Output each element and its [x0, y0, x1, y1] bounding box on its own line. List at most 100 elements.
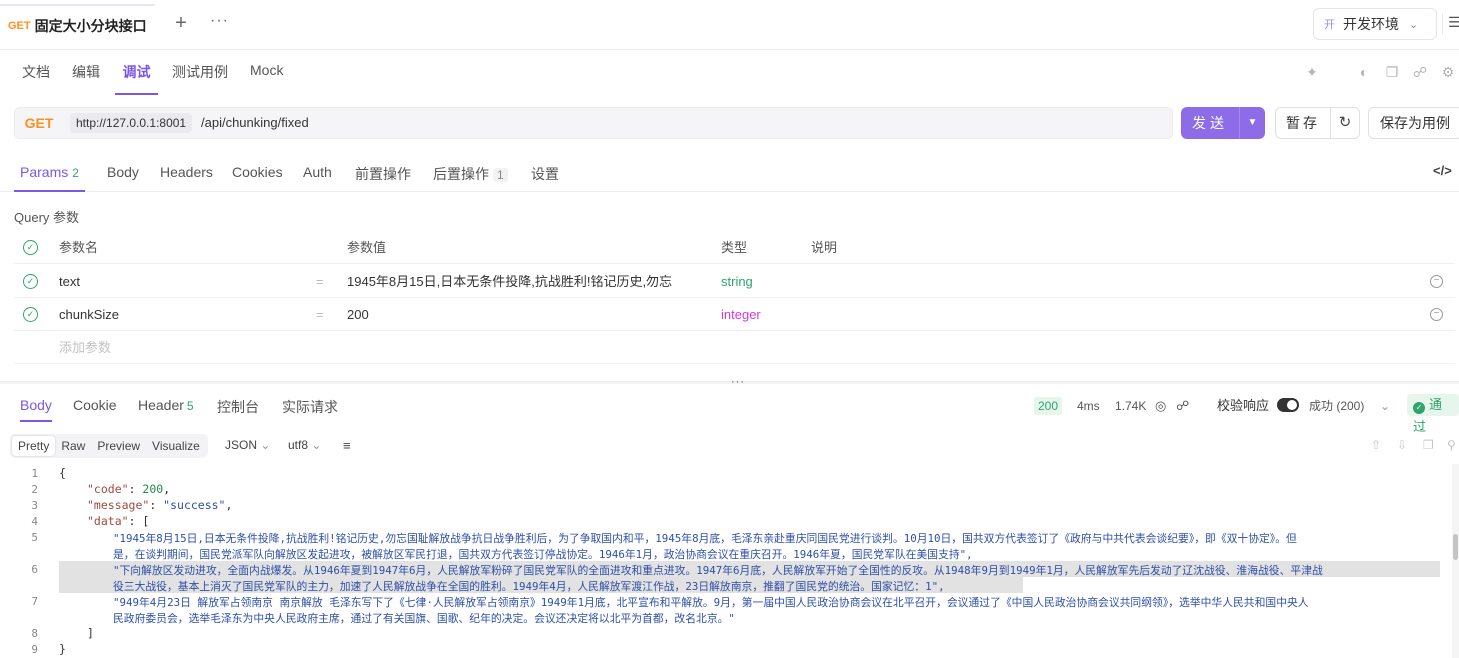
json-key: "message"	[87, 498, 150, 512]
url-path-input[interactable]: /api/chunking/fixed	[201, 108, 309, 138]
remove-param-icon[interactable]: −	[1430, 308, 1443, 321]
code-line: 役三大战役，基本上消灭了国民党军队的主力，加速了人民解放战争在全国的胜利。194…	[113, 580, 945, 593]
remove-param-icon[interactable]: −	[1430, 275, 1443, 288]
hamburger-menu-icon[interactable]: ☰	[1442, 14, 1459, 34]
resp-tab-console[interactable]: 控制台	[217, 397, 259, 422]
gear-icon[interactable]: ⚙	[1440, 64, 1456, 80]
drag-handle-icon[interactable]: ···	[731, 376, 745, 388]
add-param-input[interactable]: 添加参数	[59, 331, 111, 364]
add-tab-icon[interactable]: +	[170, 12, 192, 35]
method-select[interactable]: GET	[15, 108, 63, 138]
code-snippet-icon[interactable]: </>	[1433, 163, 1452, 178]
stash-button[interactable]: 暂存 ↻	[1275, 107, 1360, 139]
chevron-down-icon[interactable]: ⌄	[1380, 397, 1390, 415]
nav-docs[interactable]: 文档	[22, 62, 50, 95]
response-body-editor[interactable]: 1 2 3 4 5 6 7 8 9 { "code": 200, "messag…	[0, 464, 1452, 658]
param-name[interactable]: chunkSize	[59, 298, 119, 331]
url-bar[interactable]: GET http://127.0.0.1:8001 /api/chunking/…	[14, 107, 1173, 139]
view-raw[interactable]: Raw	[55, 436, 91, 456]
col-value: 参数值	[347, 240, 387, 255]
upload-icon[interactable]: ⇧	[1371, 438, 1381, 452]
success-status-select[interactable]: 成功 (200)	[1309, 397, 1364, 415]
refresh-icon[interactable]: ↻	[1331, 108, 1359, 138]
param-value[interactable]: 1945年8月15日,日本无条件投降,抗战胜利!铭记历史,勿忘	[347, 265, 699, 298]
editor-scrollbar[interactable]	[1452, 464, 1459, 658]
request-tabs: Params 2 Body Headers Cookies Auth 前置操作 后…	[0, 152, 1459, 192]
copy-icon[interactable]: ❐	[1384, 64, 1400, 80]
base-url-chip[interactable]: http://127.0.0.1:8001	[70, 113, 193, 133]
encoding-select[interactable]: utf8 ⌄	[288, 438, 321, 452]
tab-post-ops[interactable]: 后置操作 1	[433, 164, 508, 192]
resp-tab-cookie[interactable]: Cookie	[73, 397, 117, 422]
view-mode-segmented: Pretty Raw Preview Visualize	[10, 434, 208, 458]
select-all-checkbox[interactable]: ✓	[23, 240, 38, 255]
check-circle-icon: ✓	[1413, 402, 1425, 414]
save-as-case-button[interactable]: 保存为用例	[1368, 107, 1459, 139]
col-desc: 说明	[811, 240, 838, 255]
status-code-badge: 200	[1034, 397, 1063, 415]
env-name: 开发环境	[1343, 16, 1399, 32]
copy-icon[interactable]: ❐	[1423, 438, 1434, 452]
nav-mock[interactable]: Mock	[250, 62, 283, 95]
param-type[interactable]: string	[721, 265, 753, 298]
nav-edit[interactable]: 编辑	[72, 62, 100, 95]
view-preview[interactable]: Preview	[91, 436, 146, 456]
param-enabled-checkbox[interactable]: ✓	[23, 307, 38, 322]
view-visualize[interactable]: Visualize	[146, 436, 206, 456]
env-badge: 开	[1324, 19, 1335, 31]
theme-icon[interactable]: ◐	[1356, 64, 1372, 80]
share-icon[interactable]: ☍	[1176, 397, 1189, 415]
code-line: {	[59, 466, 66, 480]
validate-response-toggle[interactable]	[1277, 398, 1299, 412]
resp-tab-body[interactable]: Body	[20, 397, 52, 422]
request-tab[interactable]: GET 固定大小分块接口	[0, 4, 155, 46]
search-icon[interactable]: ⚲	[1447, 438, 1456, 452]
tab-headers[interactable]: Headers	[160, 164, 213, 192]
param-row: ✓ chunkSize = 200 integer −	[14, 298, 1455, 331]
json-value: 200	[142, 482, 164, 496]
line-number: 6	[31, 563, 38, 576]
more-options-icon[interactable]: ···	[210, 12, 229, 30]
param-enabled-checkbox[interactable]: ✓	[23, 274, 38, 289]
code-line: "949年4月23日 解放军占领南京 南京解放 毛泽东写下了《七律·人民解放军占…	[113, 596, 1309, 609]
send-dropdown-icon[interactable]: ▼	[1239, 107, 1265, 139]
line-number: 5	[31, 531, 38, 544]
environment-select[interactable]: 开 开发环境 ⌄	[1313, 8, 1437, 40]
code-line: ]	[87, 626, 94, 640]
json-key: "code"	[87, 482, 129, 496]
download-icon[interactable]: ⇩	[1397, 438, 1407, 452]
nav-debug[interactable]: 调试	[115, 62, 158, 95]
tab-settings[interactable]: 设置	[531, 164, 559, 192]
chevron-down-icon: ⌄	[260, 438, 271, 452]
scrollbar-thumb[interactable]	[1453, 534, 1458, 560]
resp-tab-header[interactable]: Header 5	[138, 397, 194, 422]
chevron-down-icon: ⌄	[311, 438, 322, 452]
resp-tab-actual-request[interactable]: 实际请求	[282, 397, 338, 422]
tab-params[interactable]: Params 2	[14, 164, 85, 192]
param-name[interactable]: text	[59, 265, 80, 298]
json-key: "data"	[87, 514, 129, 528]
panel-divider[interactable]	[0, 381, 1459, 384]
globe-icon[interactable]: ◎	[1155, 397, 1166, 415]
nav-test-cases[interactable]: 测试用例	[172, 62, 228, 95]
line-number: 1	[31, 467, 38, 480]
header-count: 5	[186, 399, 194, 413]
params-count: 2	[72, 166, 79, 180]
chevron-down-icon: ⌄	[1409, 18, 1419, 31]
tab-pre-ops[interactable]: 前置操作	[355, 164, 411, 192]
send-button[interactable]: 发送 ▼	[1181, 107, 1265, 139]
format-select[interactable]: JSON ⌄	[225, 438, 270, 452]
share-icon[interactable]: ☍	[1412, 64, 1428, 80]
view-pretty[interactable]: Pretty	[12, 436, 56, 456]
tab-cookies[interactable]: Cookies	[232, 164, 283, 192]
magic-wand-icon[interactable]: ✦	[1304, 64, 1320, 80]
wrap-lines-icon[interactable]: ≡	[343, 438, 351, 453]
tab-title: 固定大小分块接口	[34, 18, 147, 34]
code-line: "下向解放区发动进攻，全面内战爆发。从1946年夏到1947年6月，人民解放军粉…	[113, 564, 1323, 577]
param-type[interactable]: integer	[721, 298, 761, 331]
tab-auth[interactable]: Auth	[303, 164, 332, 192]
tab-params-label: Params	[20, 164, 69, 180]
param-value[interactable]: 200	[347, 298, 369, 331]
json-value: "success"	[163, 498, 226, 512]
tab-body[interactable]: Body	[107, 164, 139, 192]
